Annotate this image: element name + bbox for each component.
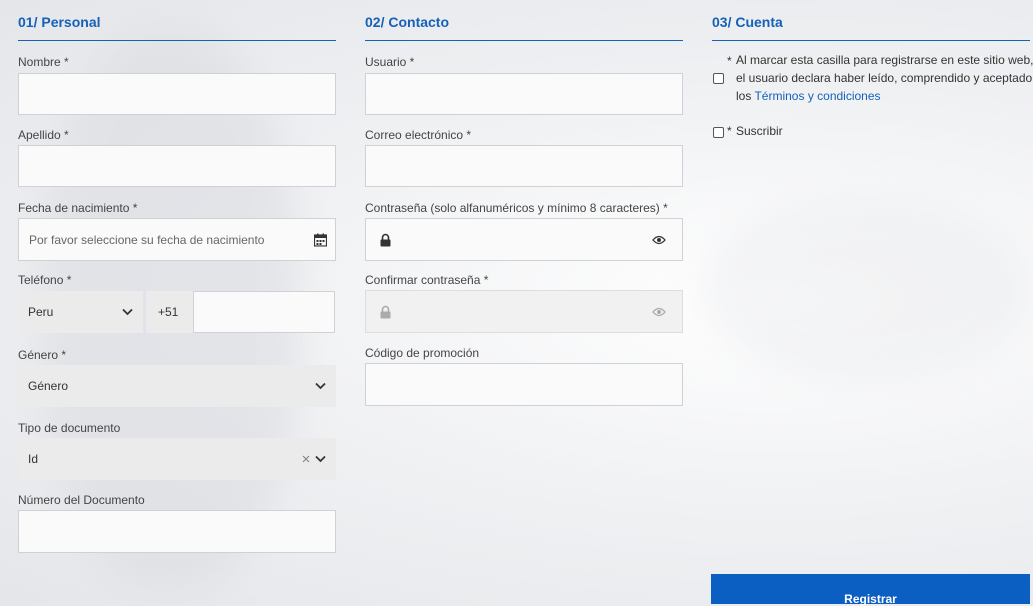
eye-icon[interactable] [652,235,666,245]
promo-input[interactable] [365,363,683,406]
numero-documento-input[interactable] [18,510,336,553]
contacto-title: 02/ Contacto [365,0,683,41]
password-input[interactable] [365,218,683,261]
contacto-section: 02/ Contacto Usuario * Correo electrónic… [365,0,683,601]
subscribe-label: Suscribir [736,124,783,138]
genero-value: Género [28,379,69,393]
fecha-nacimiento-label: Fecha de nacimiento * [18,201,138,215]
nombre-label: Nombre * [18,55,69,69]
terms-link[interactable]: Términos y condiciones [754,89,880,103]
terms-line-1: Al marcar esta casilla para registrarse … [736,53,1033,67]
clear-icon[interactable] [302,455,310,463]
prefix-value: +51 [158,305,179,319]
phone-input[interactable] [193,291,335,333]
confirm-password-input[interactable] [365,290,683,333]
chevron-down-icon [315,382,326,390]
genero-label: Género * [18,348,67,362]
terms-line-3-prefix: los [736,89,752,103]
apellido-label: Apellido * [18,128,69,142]
telefono-label: Teléfono * [18,273,72,287]
fecha-placeholder: Por favor seleccione su fecha de nacimie… [29,232,265,247]
eye-icon[interactable] [652,307,666,317]
tipo-documento-select[interactable]: Id [18,438,336,480]
apellido-input[interactable] [18,145,336,187]
chevron-down-icon [315,455,326,463]
cuenta-title: 03/ Cuenta [712,0,1030,41]
password-label: Contraseña (solo alfanuméricos y mínimo … [365,201,668,215]
personal-section: 01/ Personal Nombre * Apellido * Fecha d… [18,0,336,601]
genero-select[interactable]: Género [18,365,336,407]
tipo-documento-label: Tipo de documento [18,421,121,435]
tipo-documento-value: Id [28,452,39,466]
promo-label: Código de promoción [365,346,480,360]
terms-line-2: el usuario declara haber leído, comprend… [736,71,1033,85]
numero-documento-label: Número del Documento [18,493,145,507]
terms-star: * [727,54,732,68]
subscribe-checkbox[interactable] [713,127,724,138]
terms-text: Al marcar esta casilla para registrarse … [736,51,1033,105]
phone-prefix: +51 [146,291,193,333]
terms-line-3: los Términos y condiciones [736,87,1033,105]
usuario-label: Usuario * [365,55,415,69]
country-select[interactable]: Peru [18,291,143,333]
personal-title: 01/ Personal [18,0,336,41]
register-button[interactable]: Registrar [711,574,1030,606]
cuenta-section: 03/ Cuenta * Al marcar esta casilla para… [712,0,1033,601]
correo-input[interactable] [365,145,683,187]
correo-label: Correo electrónico * [365,128,472,142]
fecha-nacimiento-input[interactable]: Por favor seleccione su fecha de nacimie… [18,218,336,261]
country-value: Peru [28,305,54,319]
lock-icon [380,233,391,246]
calendar-icon[interactable] [314,233,327,246]
nombre-input[interactable] [18,73,336,115]
subscribe-star: * [727,124,732,138]
chevron-down-icon [122,308,133,316]
lock-icon [380,305,391,318]
terms-checkbox[interactable] [713,73,724,84]
register-button-label: Registrar [844,592,897,606]
usuario-input[interactable] [365,73,683,115]
confirm-password-label: Confirmar contraseña * [365,273,489,287]
